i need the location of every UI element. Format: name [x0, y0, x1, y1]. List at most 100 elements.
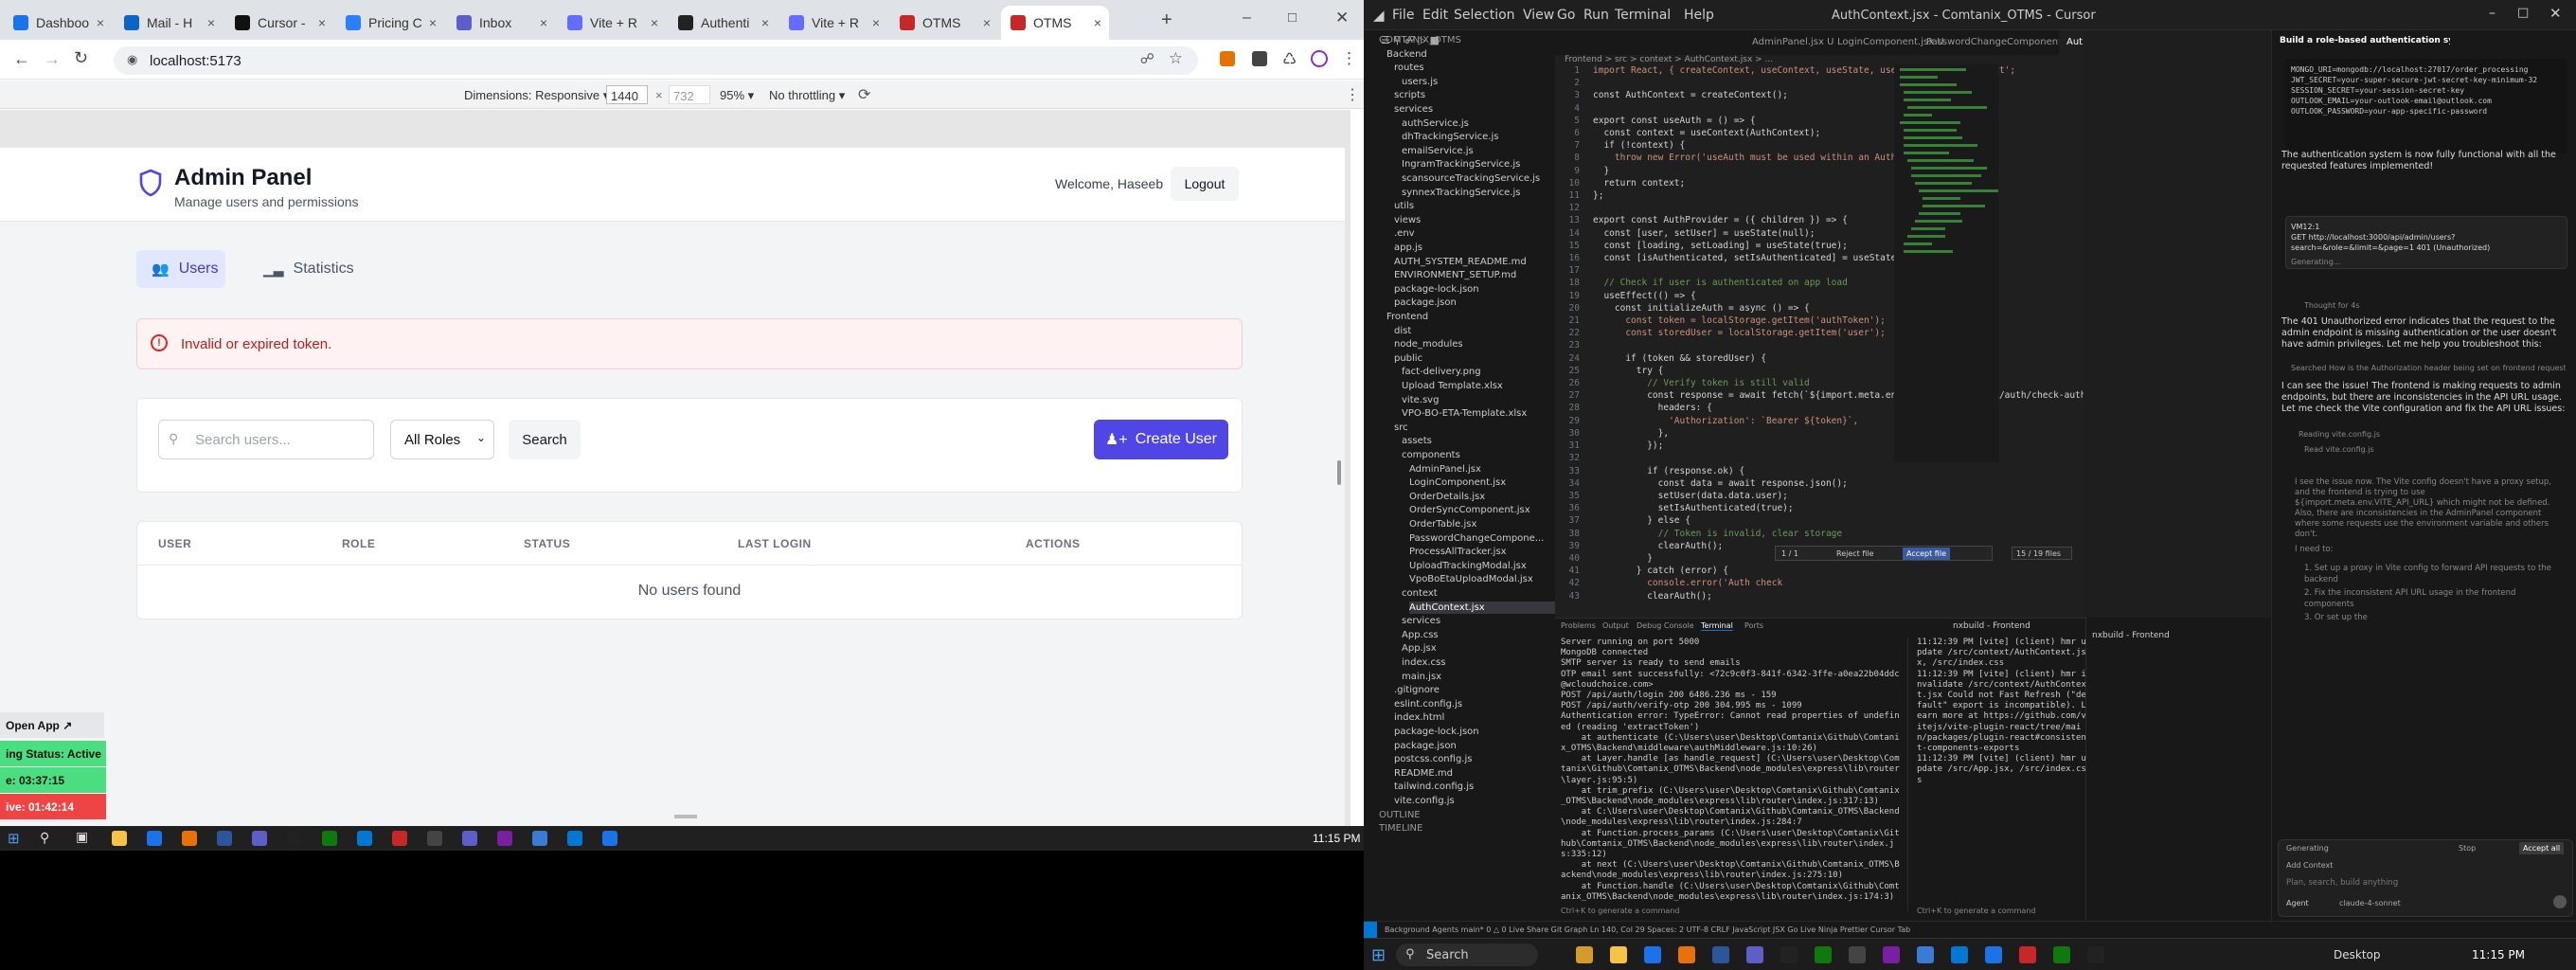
- bookmark-star-icon[interactable]: ☆: [1169, 49, 1183, 68]
- zoom-dropdown[interactable]: 95% ▾: [720, 88, 754, 103]
- panel-tab-output[interactable]: Output: [1602, 621, 1629, 630]
- tab-statistics[interactable]: ▁▃ Statistics: [252, 250, 356, 288]
- accept-file-button[interactable]: Accept file: [1903, 548, 1950, 560]
- tree-item[interactable]: PasswordChangeCompone...: [1409, 532, 1544, 545]
- terminal-name[interactable]: nxbuild - Frontend: [1953, 621, 2030, 631]
- minimize-icon[interactable]: –: [1243, 9, 1251, 27]
- taskbar-app-icon[interactable]: [1610, 946, 1627, 963]
- tree-item[interactable]: index.html: [1394, 711, 1444, 724]
- extension-icon[interactable]: [1252, 51, 1267, 66]
- tree-item[interactable]: ProcessAllTracker.jsx: [1409, 546, 1507, 558]
- tree-item[interactable]: .gitignore: [1394, 684, 1440, 696]
- taskbar-app-icon[interactable]: [147, 831, 162, 846]
- tab-close-icon[interactable]: ×: [207, 15, 215, 30]
- taskbar-app-icon[interactable]: [427, 831, 442, 846]
- height-input[interactable]: 732: [669, 85, 710, 104]
- tree-item[interactable]: eslint.config.js: [1394, 698, 1462, 710]
- tab-close-icon[interactable]: ×: [651, 15, 658, 30]
- thought-label[interactable]: Thought for 4s: [2304, 301, 2360, 310]
- tree-item[interactable]: OUTLINE: [1379, 809, 1421, 821]
- taskbar-app-icon[interactable]: [1985, 946, 2002, 963]
- chrome-menu-icon[interactable]: ⋮: [1341, 49, 1357, 68]
- tree-item[interactable]: views: [1394, 214, 1421, 226]
- address-bar[interactable]: ◉ localhost:5173 ☍ ☆: [114, 46, 1198, 75]
- tab-close-icon[interactable]: ×: [872, 15, 880, 30]
- tab-close-icon[interactable]: ×: [1094, 15, 1101, 30]
- tree-item[interactable]: OrderTable.jsx: [1409, 518, 1476, 530]
- editor-tab[interactable]: AuthContext.jsx U: [2059, 30, 2084, 55]
- taskbar-app-icon[interactable]: [2053, 946, 2070, 963]
- menu-go[interactable]: Go: [1557, 8, 1575, 23]
- tree-item[interactable]: VpoBoEtaUploadModal.jsx: [1409, 573, 1533, 585]
- taskbar-app-icon[interactable]: [1576, 946, 1593, 963]
- taskbar-app-icon[interactable]: [1644, 946, 1661, 963]
- panel-tab-terminal[interactable]: Terminal: [1701, 621, 1733, 631]
- tree-item[interactable]: AdminPanel.jsx: [1409, 463, 1481, 476]
- bottom-resize-handle[interactable]: [674, 815, 697, 818]
- taskbar-app-icon[interactable]: [1849, 946, 1866, 963]
- maximize-icon[interactable]: □: [1288, 9, 1297, 26]
- tree-item[interactable]: postcss.config.js: [1394, 753, 1472, 765]
- site-info-icon[interactable]: ◉: [127, 52, 137, 67]
- terminal-split-divider[interactable]: [1907, 638, 1908, 912]
- browser-tab[interactable]: OTMS ×: [1001, 6, 1109, 40]
- tab-close-icon[interactable]: ×: [761, 15, 769, 30]
- tree-item[interactable]: App.jsx: [1402, 642, 1437, 655]
- backend-terminal-output[interactable]: Server running on port 5000 MongoDB conn…: [1561, 638, 1902, 903]
- tree-item[interactable]: app.js: [1394, 242, 1422, 254]
- taskbar-app-icon[interactable]: [1712, 946, 1729, 963]
- close-icon[interactable]: ✕: [1335, 9, 1349, 27]
- taskbar-app-icon[interactable]: [1917, 946, 1934, 963]
- tree-item[interactable]: authService.js: [1402, 117, 1469, 130]
- windows-start-icon[interactable]: ⊞: [1371, 945, 1386, 965]
- add-context-button[interactable]: Add Context: [2286, 861, 2333, 870]
- taskbar-app-icon[interactable]: [532, 831, 547, 846]
- extension-icon[interactable]: [1220, 51, 1235, 66]
- tab-close-icon[interactable]: ×: [97, 15, 104, 30]
- reject-file-button[interactable]: Reject file: [1836, 549, 1874, 558]
- taskbar-app-icon[interactable]: [462, 831, 477, 846]
- model-select[interactable]: claude-4-sonnet: [2339, 899, 2401, 907]
- resize-handle[interactable]: [1337, 460, 1341, 485]
- back-icon[interactable]: ←: [13, 49, 30, 69]
- tab-close-icon[interactable]: ×: [983, 15, 991, 30]
- throttle-dropdown[interactable]: No throttling ▾: [769, 88, 845, 103]
- tree-item[interactable]: COMTANIX_OTMS: [1379, 34, 1461, 46]
- panel-tab-ports[interactable]: Ports: [1744, 621, 1763, 630]
- reading-step[interactable]: Reading vite.config.js: [2299, 430, 2380, 439]
- forward-icon[interactable]: →: [44, 49, 61, 69]
- menu-file[interactable]: File: [1392, 8, 1414, 23]
- tab-close-icon[interactable]: ×: [429, 15, 437, 30]
- taskbar-app-icon[interactable]: [1815, 946, 1832, 963]
- logout-button[interactable]: Logout: [1171, 167, 1239, 201]
- taskbar-search[interactable]: ⚲ Search: [1396, 943, 1538, 966]
- chat-input[interactable]: Plan, search, build anything: [2286, 878, 2398, 888]
- read-step[interactable]: Read vite.config.js: [2304, 445, 2374, 454]
- browser-tab[interactable]: OTMS ×: [890, 6, 998, 40]
- tree-item[interactable]: IngramTrackingService.js: [1402, 158, 1520, 171]
- panel-tab-problems[interactable]: Problems: [1561, 621, 1596, 630]
- panel-tab-debug-console[interactable]: Debug Console: [1637, 621, 1694, 630]
- open-app-button[interactable]: Open App ↗: [0, 712, 104, 738]
- tree-item[interactable]: dhTrackingService.js: [1402, 131, 1498, 143]
- tree-item[interactable]: fact-delivery.png: [1402, 366, 1481, 378]
- task-view-icon[interactable]: ▣: [76, 829, 88, 845]
- tree-item[interactable]: tailwind.config.js: [1394, 781, 1474, 793]
- tree-item[interactable]: assets: [1402, 435, 1432, 447]
- taskbar-app-icon[interactable]: [287, 831, 302, 846]
- editor-tab[interactable]: AdminPanel.jsx U: [1744, 30, 1841, 55]
- browser-tab[interactable]: Mail - H ×: [115, 6, 223, 40]
- taskbar-app-icon[interactable]: [1951, 946, 1968, 963]
- width-input[interactable]: 1440: [606, 85, 648, 104]
- tree-item[interactable]: context: [1402, 587, 1438, 600]
- tree-item[interactable]: users.js: [1402, 76, 1438, 88]
- files-counter[interactable]: 15 / 19 files: [2012, 547, 2072, 560]
- tree-item[interactable]: TIMELINE: [1379, 822, 1422, 835]
- remote-indicator[interactable]: [1364, 922, 1377, 939]
- tab-close-icon[interactable]: ×: [318, 15, 326, 30]
- profile-avatar[interactable]: [1311, 50, 1328, 67]
- tab-users[interactable]: 👥 Users: [136, 250, 225, 288]
- search-input[interactable]: ⚲ Search users...: [158, 420, 374, 459]
- browser-tab[interactable]: Authenti ×: [669, 6, 777, 40]
- search-button[interactable]: Search: [509, 420, 581, 459]
